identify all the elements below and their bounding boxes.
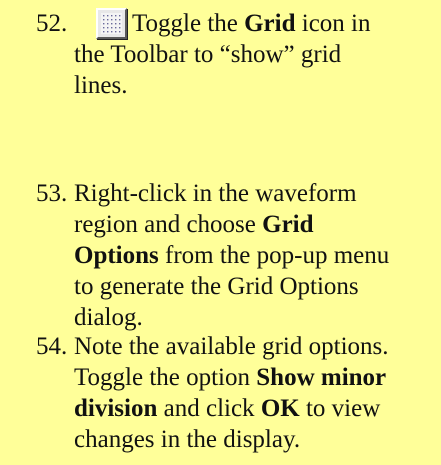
text-run: region and choose bbox=[74, 211, 263, 238]
bold-term-division: division bbox=[74, 395, 158, 422]
bold-term-grid: Grid bbox=[262, 211, 314, 238]
step-number: 52. bbox=[36, 10, 68, 37]
bold-term-show-minor: Show minor bbox=[256, 364, 387, 391]
text-line: to generate the Grid Options bbox=[74, 271, 434, 302]
text-run: lines. bbox=[74, 72, 128, 99]
step-text: Note the available grid options. Toggle … bbox=[74, 331, 434, 455]
text-run: icon in bbox=[295, 10, 371, 37]
text-line: Toggle the option Show minor bbox=[74, 362, 434, 393]
text-line: Options from the pop-up menu bbox=[74, 240, 434, 271]
text-run: changes in the display. bbox=[74, 426, 301, 453]
text-line: the Toolbar to “show” grid bbox=[74, 39, 434, 70]
text-line: Toggle the Grid icon in bbox=[74, 8, 434, 39]
text-run: the Toolbar to “show” grid bbox=[74, 41, 342, 68]
text-run: to generate the Grid Options bbox=[74, 273, 359, 300]
text-line: Note the available grid options. bbox=[74, 331, 434, 362]
bold-term-ok: OK bbox=[260, 395, 300, 422]
text-run: from the pop-up menu bbox=[158, 242, 390, 269]
text-line: division and click OK to view bbox=[74, 393, 434, 424]
bold-term-grid: Grid bbox=[244, 10, 296, 37]
text-line: region and choose Grid bbox=[74, 209, 434, 240]
step-text: Right-click in the waveform region and c… bbox=[74, 178, 434, 333]
text-run: to view bbox=[299, 395, 381, 422]
text-run: Right-click in the waveform bbox=[74, 180, 357, 207]
text-line: dialog. bbox=[74, 302, 434, 333]
step-number: 54. bbox=[36, 333, 68, 360]
text-line: changes in the display. bbox=[74, 424, 434, 455]
text-run: dialog. bbox=[74, 304, 143, 331]
text-run: Note the available grid options. bbox=[74, 333, 389, 360]
text-line: Right-click in the waveform bbox=[74, 178, 434, 209]
instruction-document: 52. Toggle the Grid icon in the Toolbar … bbox=[0, 0, 441, 465]
bold-term-options: Options bbox=[74, 242, 159, 269]
text-line: lines. bbox=[74, 70, 434, 101]
text-run: Toggle the bbox=[132, 10, 245, 37]
text-run: Toggle the option bbox=[74, 364, 257, 391]
step-number: 53. bbox=[36, 180, 68, 207]
step-text: Toggle the Grid icon in the Toolbar to “… bbox=[74, 8, 434, 101]
text-run: and click bbox=[157, 395, 261, 422]
